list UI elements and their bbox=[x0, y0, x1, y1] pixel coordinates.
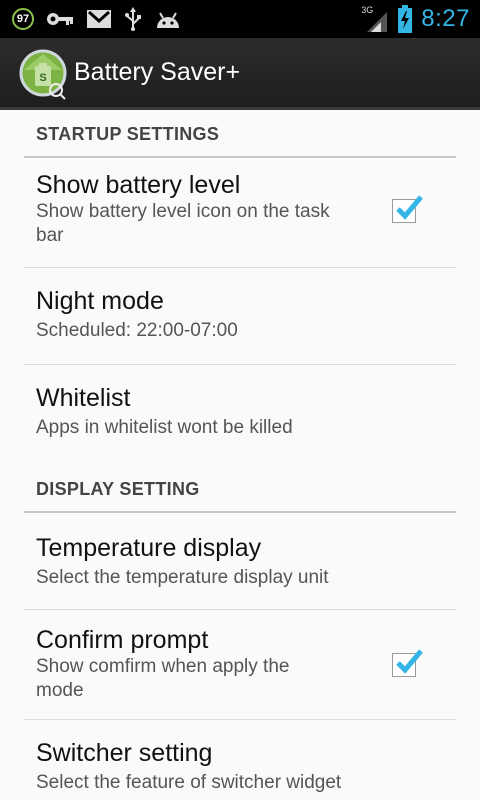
badge-97-icon: 97 bbox=[12, 8, 34, 30]
signal-icon: 3G bbox=[361, 4, 389, 34]
pref-title: Night mode bbox=[36, 287, 164, 315]
pref-title: Temperature display bbox=[36, 534, 262, 562]
pref-title: Confirm prompt bbox=[36, 626, 209, 654]
pref-summary: Scheduled: 22:00-07:00 bbox=[36, 320, 238, 341]
show-battery-checkbox[interactable] bbox=[392, 195, 423, 223]
pref-temperature-display[interactable]: Temperature display Select the temperatu… bbox=[24, 513, 456, 610]
pref-title: Switcher setting bbox=[36, 739, 213, 767]
pref-show-battery-level[interactable]: Show battery level Show battery level ic… bbox=[24, 158, 456, 268]
preference-list: STARTUP SETTINGS Show battery level Show… bbox=[0, 110, 480, 800]
battery-charging-icon bbox=[397, 5, 413, 33]
category-display-setting: DISPLAY SETTING bbox=[24, 460, 456, 513]
pref-summary: Show battery level icon on the task bar bbox=[36, 201, 330, 246]
notification-icons: 97 bbox=[12, 6, 182, 32]
checkmark-icon bbox=[396, 649, 423, 674]
usb-icon bbox=[124, 7, 142, 31]
pref-summary: Select the feature of switcher widget bbox=[36, 772, 342, 793]
android-debug-icon bbox=[154, 9, 182, 29]
pref-summary: Apps in whitelist wont be killed bbox=[36, 417, 293, 438]
pref-summary: Select the temperature display unit bbox=[36, 567, 329, 588]
pref-title: Show battery level bbox=[36, 171, 241, 199]
clock: 8:27 bbox=[421, 5, 470, 32]
pref-whitelist[interactable]: Whitelist Apps in whitelist wont be kill… bbox=[24, 365, 456, 460]
pref-night-mode[interactable]: Night mode Scheduled: 22:00-07:00 bbox=[24, 268, 456, 365]
category-startup-settings: STARTUP SETTINGS bbox=[24, 110, 456, 158]
app-title: Battery Saver+ bbox=[74, 58, 241, 86]
pref-title: Whitelist bbox=[36, 384, 131, 412]
battery-saver-app-icon[interactable]: S bbox=[18, 48, 68, 100]
system-icons: 3G 8:27 bbox=[361, 4, 470, 34]
action-bar: S Battery Saver+ bbox=[0, 38, 480, 110]
gmail-icon bbox=[86, 9, 112, 29]
pref-switcher-setting[interactable]: Switcher setting Select the feature of s… bbox=[24, 720, 456, 800]
checkmark-icon bbox=[396, 195, 423, 220]
key-icon bbox=[46, 11, 74, 27]
pref-summary: Show comfirm when apply the mode bbox=[36, 656, 290, 701]
confirm-prompt-checkbox[interactable] bbox=[392, 649, 423, 677]
status-bar: 97 3G 8:27 bbox=[0, 0, 480, 38]
pref-confirm-prompt[interactable]: Confirm prompt Show comfirm when apply t… bbox=[24, 610, 456, 720]
svg-text:S: S bbox=[39, 72, 46, 84]
